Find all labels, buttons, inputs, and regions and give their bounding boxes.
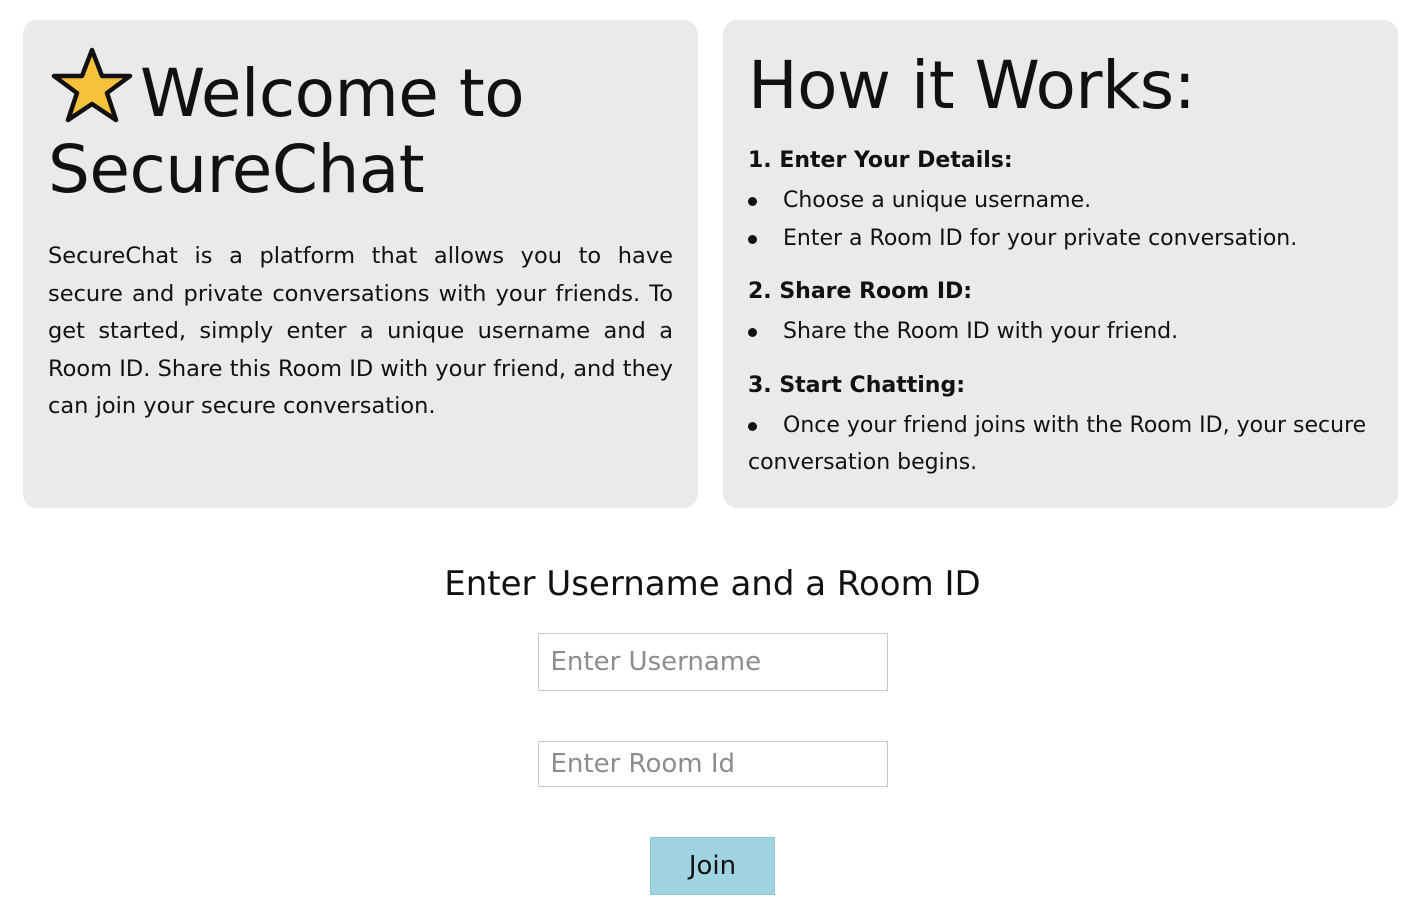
join-button[interactable]: Join	[650, 837, 775, 895]
step-heading: 3. Start Chatting:	[748, 372, 965, 398]
step-share-room-id: 2. Share Room ID: Share the Room ID with…	[748, 277, 1373, 351]
join-heading: Enter Username and a Room ID	[444, 564, 981, 604]
step-start-chatting: 3. Start Chatting: Once your friend join…	[748, 371, 1373, 482]
step-list: Share the Room ID with your friend.	[748, 313, 1373, 351]
welcome-description: SecureChat is a platform that allows you…	[48, 243, 673, 419]
list-item: Choose a unique username.	[748, 182, 1373, 220]
room-id-input[interactable]	[537, 741, 888, 787]
step-list: Choose a unique username. Enter a Room I…	[748, 182, 1373, 257]
how-it-works-card: How it Works: 1. Enter Your Details: Cho…	[723, 20, 1398, 508]
step-enter-details: 1. Enter Your Details: Choose a unique u…	[748, 146, 1373, 257]
star-icon	[51, 47, 133, 123]
join-form: Enter Username and a Room ID Join	[0, 558, 1425, 895]
step-heading: 2. Share Room ID:	[748, 279, 973, 304]
step-heading: 1. Enter Your Details:	[748, 148, 1013, 173]
list-item: Enter a Room ID for your private convers…	[748, 220, 1373, 258]
welcome-card: Welcome to SecureChat SecureChat is a pl…	[23, 20, 698, 508]
welcome-heading: Welcome to SecureChat	[48, 46, 673, 208]
list-item: Once your friend joins with the Room ID,…	[748, 407, 1373, 482]
username-input[interactable]	[537, 633, 888, 691]
list-item: Share the Room ID with your friend.	[748, 313, 1373, 351]
step-list: Once your friend joins with the Room ID,…	[748, 407, 1373, 482]
info-cards: Welcome to SecureChat SecureChat is a pl…	[23, 20, 1398, 508]
how-it-works-title: How it Works:	[748, 47, 1196, 124]
